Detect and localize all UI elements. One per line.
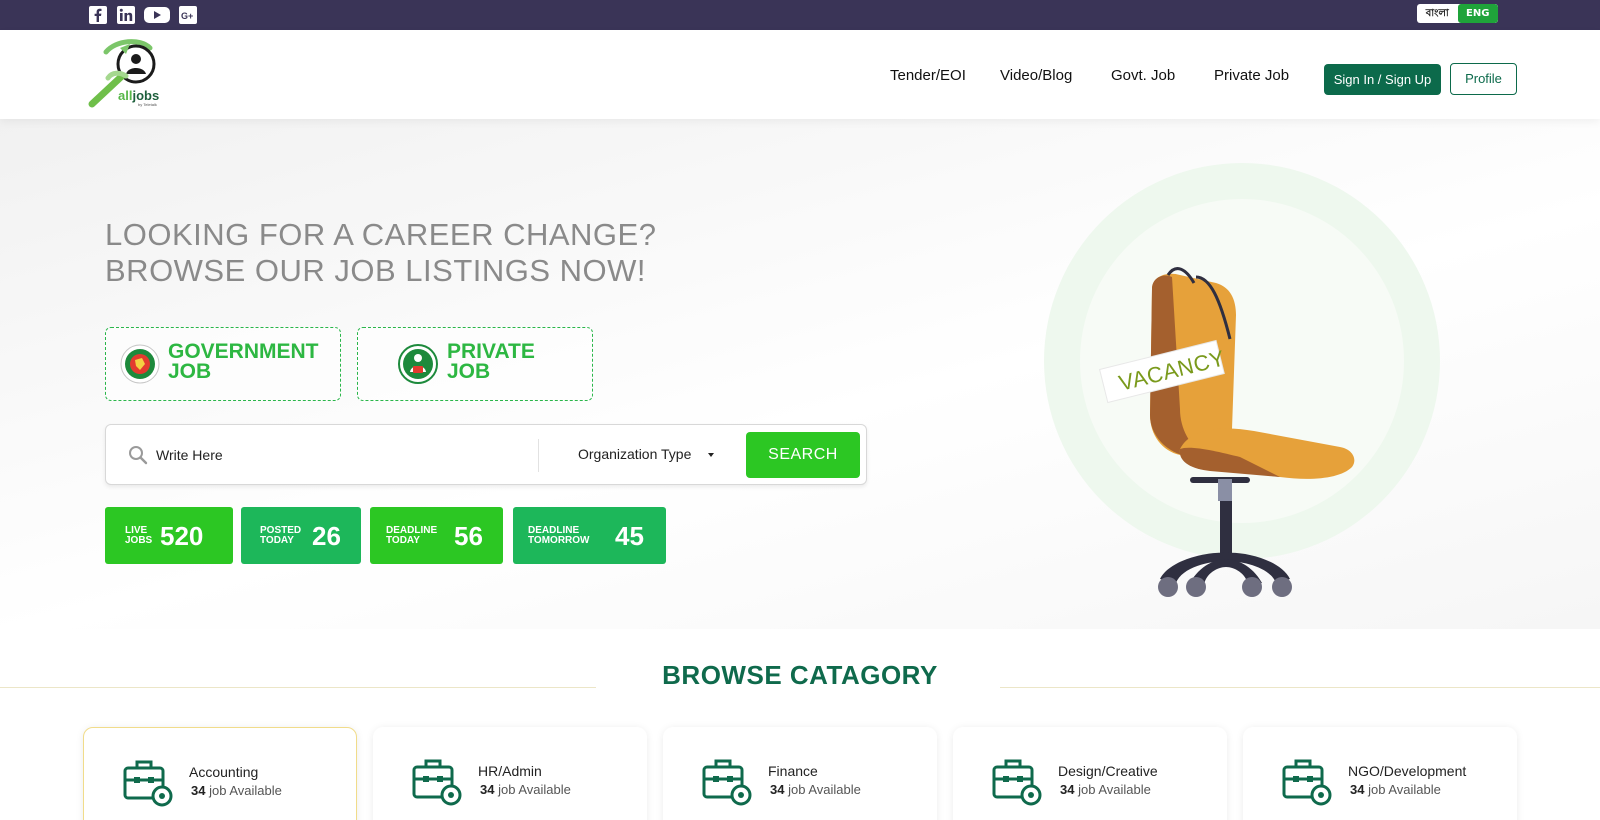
browse-category-title: BROWSE CATAGORY [662, 660, 938, 690]
hero-section: LOOKING FOR A CAREER CHANGE? BROWSE OUR … [0, 119, 1600, 629]
private-job-line1: PRIVATE [447, 340, 535, 363]
category-count: 34 [480, 782, 495, 797]
category-count-suffix: job Available [1368, 782, 1441, 797]
briefcase-gear-icon [701, 755, 753, 811]
government-job-card[interactable]: GOVERNMENT JOB [105, 327, 341, 401]
stat-label-line2: TOMORROW [528, 535, 590, 546]
briefcase-gear-icon [122, 756, 174, 812]
stat-label-line2: TODAY [386, 535, 420, 546]
lang-bangla[interactable]: বাংলা [1417, 4, 1458, 23]
category-count: 34 [770, 782, 785, 797]
google-plus-icon[interactable]: G+ [178, 5, 198, 25]
category-count-suffix: job Available [1078, 782, 1151, 797]
briefcase-gear-icon [1281, 755, 1333, 811]
stat-deadline-tomorrow[interactable]: DEADLINE TOMORROW 45 [513, 507, 666, 564]
category-name: Accounting [189, 764, 259, 780]
stat-label-line2: JOBS [125, 535, 153, 546]
private-job-line2: JOB [447, 360, 491, 383]
stat-label-line2: TODAY [260, 535, 294, 546]
sign-in-button[interactable]: Sign In / Sign Up [1324, 64, 1441, 95]
facebook-icon[interactable] [88, 5, 108, 25]
profile-button[interactable]: Profile [1450, 63, 1517, 95]
hero-headline: LOOKING FOR A CAREER CHANGE? BROWSE OUR … [105, 217, 656, 289]
stat-value: 520 [160, 521, 204, 551]
nav-govt-job[interactable]: Govt. Job [1111, 67, 1175, 84]
top-bar: G+ বাংলা ENG [0, 0, 1600, 30]
category-name: NGO/Development [1348, 763, 1467, 779]
alljobs-logo[interactable]: alljobs by Teletalk [86, 38, 166, 112]
vacancy-chair-illustration: VACANCY [1040, 159, 1450, 609]
search-divider [538, 439, 539, 472]
category-card-ngo-development[interactable]: NGO/Development 34 job Available [1243, 727, 1517, 820]
svg-text:G+: G+ [181, 11, 193, 21]
site-header: alljobs by Teletalk Tender/EOI Video/Blo… [0, 30, 1600, 119]
category-count-suffix: job Available [788, 782, 861, 797]
search-button[interactable]: SEARCH [746, 432, 860, 478]
briefcase-gear-icon [411, 755, 463, 811]
category-count: 34 [191, 783, 206, 798]
job-search-bar: Organization Type SEARCH [105, 424, 867, 485]
category-count-suffix: job Available [498, 782, 571, 797]
hero-headline-line1: LOOKING FOR A CAREER CHANGE? [105, 217, 657, 252]
private-job-card[interactable]: PRIVATE JOB [357, 327, 593, 401]
language-switch[interactable]: বাংলা ENG [1417, 4, 1498, 23]
government-job-line2: JOB [168, 360, 212, 383]
logo-brand-suffix: jobs [132, 88, 160, 103]
stat-value: 56 [454, 521, 483, 551]
category-count: 34 [1350, 782, 1365, 797]
linkedin-icon[interactable] [116, 5, 136, 25]
stat-deadline-today[interactable]: DEADLINE TODAY 56 [370, 507, 503, 564]
briefcase-gear-icon [991, 755, 1043, 811]
category-card-hr-admin[interactable]: HR/Admin 34 job Available [373, 727, 647, 820]
category-name: Finance [768, 763, 818, 779]
category-card-finance[interactable]: Finance 34 job Available [663, 727, 937, 820]
category-card-accounting[interactable]: Accounting 34 job Available [83, 727, 357, 820]
category-count-suffix: job Available [209, 783, 282, 798]
lang-english[interactable]: ENG [1457, 4, 1498, 23]
logo-tagline: by Teletalk [138, 102, 157, 107]
stat-live-jobs[interactable]: LIVE JOBS 520 [105, 507, 233, 564]
caret-down-icon[interactable] [708, 453, 714, 457]
organization-type-select[interactable]: Organization Type [578, 446, 691, 462]
category-name: Design/Creative [1058, 763, 1158, 779]
category-card-design-creative[interactable]: Design/Creative 34 job Available [953, 727, 1227, 820]
bangladesh-emblem-icon [120, 344, 160, 384]
stat-value: 26 [312, 521, 341, 551]
nav-tender-eoi[interactable]: Tender/EOI [890, 67, 966, 84]
hero-headline-line2: BROWSE OUR JOB LISTINGS NOW! [105, 253, 647, 288]
search-input[interactable] [156, 438, 476, 472]
logo-brand-prefix: all [118, 88, 133, 103]
category-name: HR/Admin [478, 763, 542, 779]
category-count: 34 [1060, 782, 1075, 797]
search-icon [128, 445, 148, 469]
nav-private-job[interactable]: Private Job [1214, 67, 1289, 84]
youtube-icon[interactable] [143, 5, 171, 25]
government-job-line1: GOVERNMENT [168, 340, 319, 363]
stat-posted-today[interactable]: POSTED TODAY 26 [241, 507, 361, 564]
nav-video-blog[interactable]: Video/Blog [1000, 67, 1072, 84]
stat-value: 45 [615, 521, 644, 551]
private-job-icon [398, 344, 438, 384]
